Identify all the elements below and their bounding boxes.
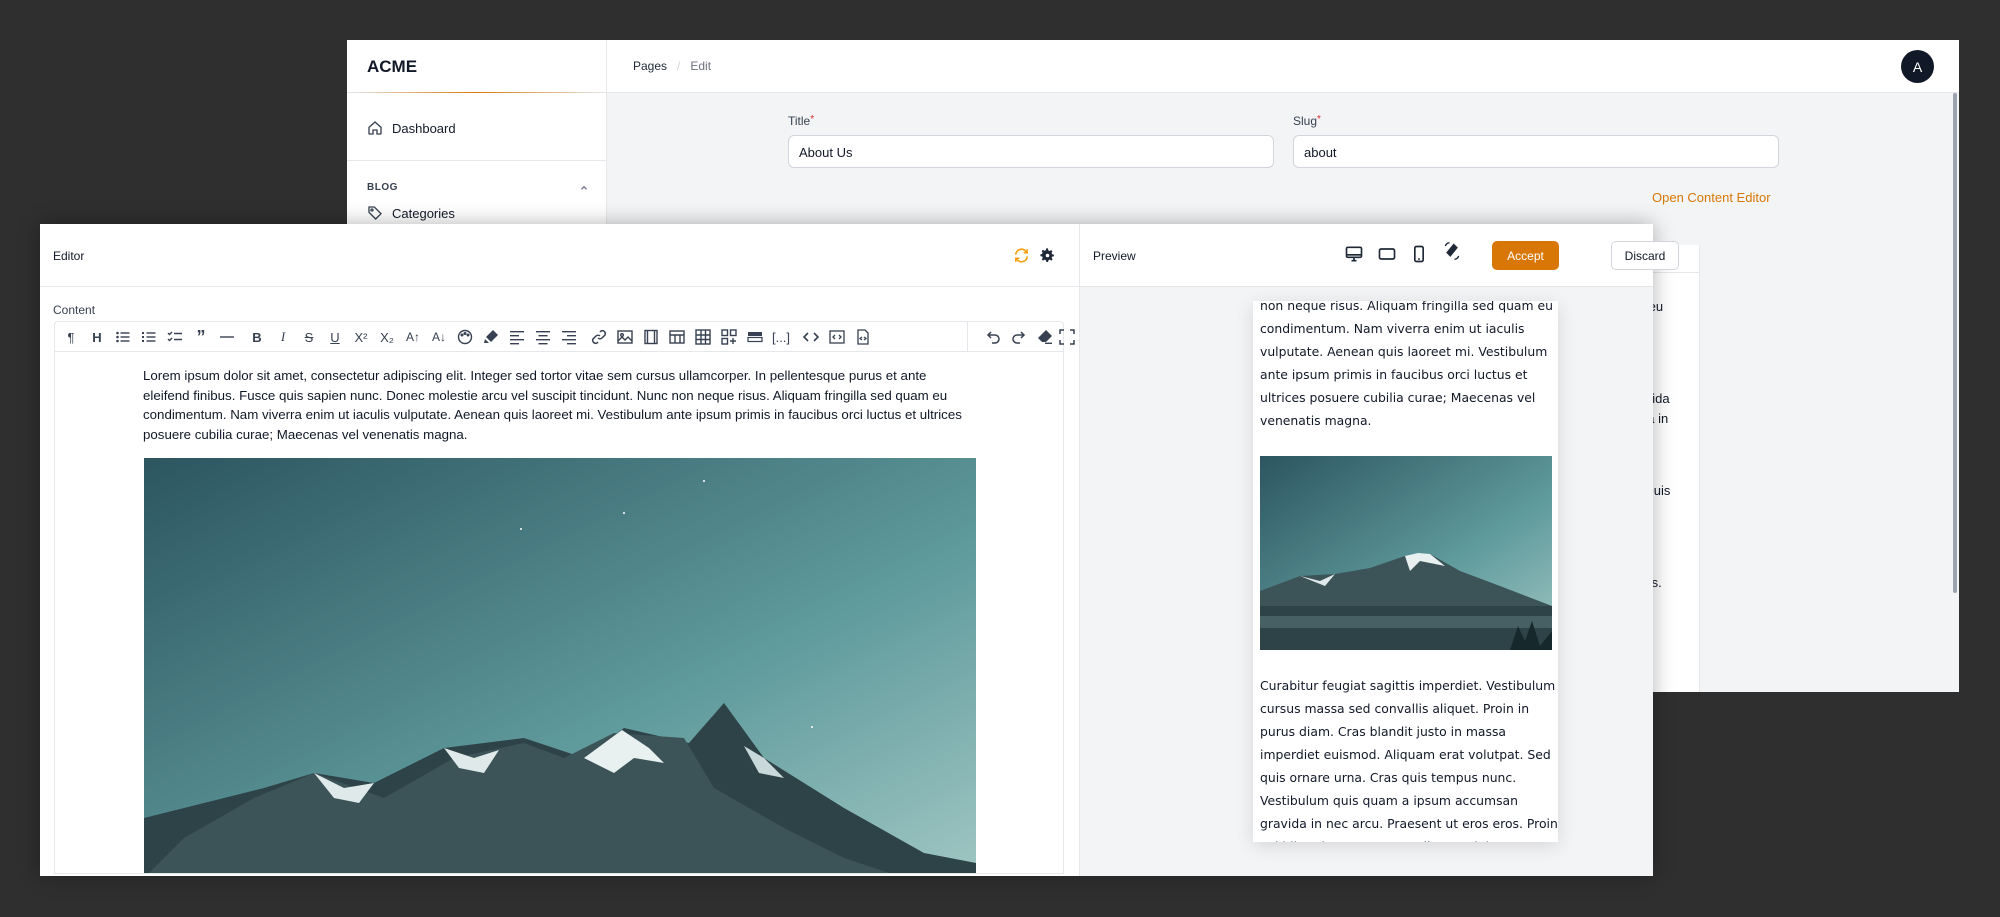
preview-pane: Preview Accept Discard non neque risus. … — [1080, 224, 1679, 876]
mountain-image[interactable] — [144, 458, 976, 873]
table-icon[interactable] — [668, 328, 686, 346]
content-editor-modal: Editor Content ¶ H ” B I S U X² X₂ A↑ A↓ — [40, 224, 1679, 876]
paragraph-icon[interactable]: ¶ — [62, 328, 80, 346]
editor-paragraph[interactable]: Lorem ipsum dolor sit amet, consectetur … — [143, 366, 973, 444]
breadcrumb-pages[interactable]: Pages — [633, 59, 667, 73]
blockquote-icon[interactable]: ” — [192, 327, 210, 347]
undo-icon[interactable] — [984, 328, 1002, 346]
slug-field-label: Slug* — [1293, 114, 1321, 128]
editor-header: Editor — [40, 224, 1080, 287]
desktop-icon[interactable] — [1344, 244, 1364, 264]
italic-icon[interactable]: I — [274, 328, 292, 346]
mobile-icon[interactable] — [1409, 244, 1429, 264]
blocks-icon[interactable] — [720, 328, 738, 346]
breadcrumb-edit: Edit — [690, 59, 712, 73]
app-logo[interactable]: ACME — [367, 57, 417, 77]
palette-icon[interactable] — [456, 328, 474, 346]
title-input[interactable]: About Us — [788, 135, 1274, 168]
home-icon — [368, 121, 382, 135]
tablet-landscape-icon[interactable] — [1377, 244, 1397, 264]
editor-toolbar: ¶ H ” B I S U X² X₂ A↑ A↓ [...] — [54, 321, 1075, 352]
sync-icon[interactable] — [1013, 247, 1030, 264]
link-icon[interactable] — [590, 328, 608, 346]
sidebar-item-categories[interactable]: Categories — [367, 205, 455, 221]
preview-mountain-image — [1260, 456, 1552, 650]
title-field-label: Title* — [788, 114, 814, 128]
required-mark: * — [1317, 114, 1321, 125]
sidebar-item-label: Categories — [392, 205, 455, 221]
accept-button[interactable]: Accept — [1492, 241, 1559, 270]
superscript-icon[interactable]: X² — [352, 328, 370, 346]
highlighter-icon[interactable] — [482, 328, 500, 346]
code-block-icon[interactable] — [828, 328, 846, 346]
grid-icon[interactable] — [694, 328, 712, 346]
align-right-icon[interactable] — [560, 328, 578, 346]
bullet-list-icon[interactable] — [114, 328, 132, 346]
sidebar-divider — [347, 160, 607, 161]
subscript-icon[interactable]: X₂ — [378, 328, 396, 346]
text-grow-icon[interactable]: A↑ — [404, 328, 422, 346]
avatar[interactable]: A — [1901, 50, 1934, 83]
chevron-up-icon[interactable] — [579, 183, 589, 193]
slug-label-text: Slug — [1293, 114, 1318, 128]
slug-input[interactable]: about — [1293, 135, 1779, 168]
sidebar-group-label: BLOG — [367, 182, 398, 193]
align-center-icon[interactable] — [534, 328, 552, 346]
eraser-icon[interactable] — [1036, 328, 1054, 346]
mobile-preview-frame: non neque risus. Aliquam fringilla sed q… — [1253, 301, 1558, 842]
breadcrumb-separator: / — [677, 59, 681, 73]
align-left-icon[interactable] — [508, 328, 526, 346]
video-icon[interactable] — [642, 328, 660, 346]
sidebar-item-label: Dashboard — [392, 120, 456, 136]
tag-icon — [368, 206, 382, 220]
sidebar-item-dashboard[interactable]: Dashboard — [367, 120, 456, 136]
gear-icon[interactable] — [1039, 247, 1056, 264]
preview-paragraph: non neque risus. Aliquam fringilla sed q… — [1260, 301, 1553, 428]
details-icon[interactable] — [746, 328, 764, 346]
merge-tag-icon[interactable]: [...] — [772, 328, 790, 346]
editor-pane: Editor Content ¶ H ” B I S U X² X₂ A↑ A↓ — [40, 224, 1080, 876]
title-label-text: Title — [788, 114, 811, 128]
preview-paragraph: Curabitur feugiat sagittis imperdiet. Ve… — [1260, 678, 1558, 842]
required-mark: * — [810, 114, 815, 125]
breadcrumb: Pages / Edit — [633, 59, 711, 73]
bold-icon[interactable]: B — [248, 328, 266, 346]
editor-title: Editor — [53, 249, 85, 263]
horizontal-rule-icon[interactable] — [218, 328, 236, 346]
heading-icon[interactable]: H — [88, 328, 106, 346]
discard-button[interactable]: Discard — [1611, 241, 1679, 270]
page-scrollbar[interactable] — [1953, 93, 1957, 593]
underline-icon[interactable]: U — [326, 328, 344, 346]
fullscreen-icon[interactable] — [1058, 328, 1076, 346]
preview-title: Preview — [1093, 249, 1136, 263]
ordered-list-icon[interactable] — [140, 328, 158, 346]
editor-content-area[interactable]: Lorem ipsum dolor sit amet, consectetur … — [54, 351, 1064, 874]
content-label: Content — [53, 303, 96, 317]
open-content-editor-link[interactable]: Open Content Editor — [1652, 190, 1771, 205]
rotate-device-icon[interactable] — [1442, 241, 1462, 261]
html-file-icon[interactable] — [854, 328, 872, 346]
code-icon[interactable] — [802, 328, 820, 346]
checklist-icon[interactable] — [166, 328, 184, 346]
sidebar-group-blog[interactable]: BLOG — [367, 182, 589, 193]
image-icon[interactable] — [616, 328, 634, 346]
strikethrough-icon[interactable]: S — [300, 328, 318, 346]
text-shrink-icon[interactable]: A↓ — [430, 328, 448, 346]
top-bar: Pages / Edit A — [607, 40, 1959, 93]
logo-underline — [347, 92, 607, 93]
preview-header: Preview Accept Discard — [1080, 224, 1679, 287]
toolbar-separator — [967, 322, 968, 352]
redo-icon[interactable] — [1010, 328, 1028, 346]
